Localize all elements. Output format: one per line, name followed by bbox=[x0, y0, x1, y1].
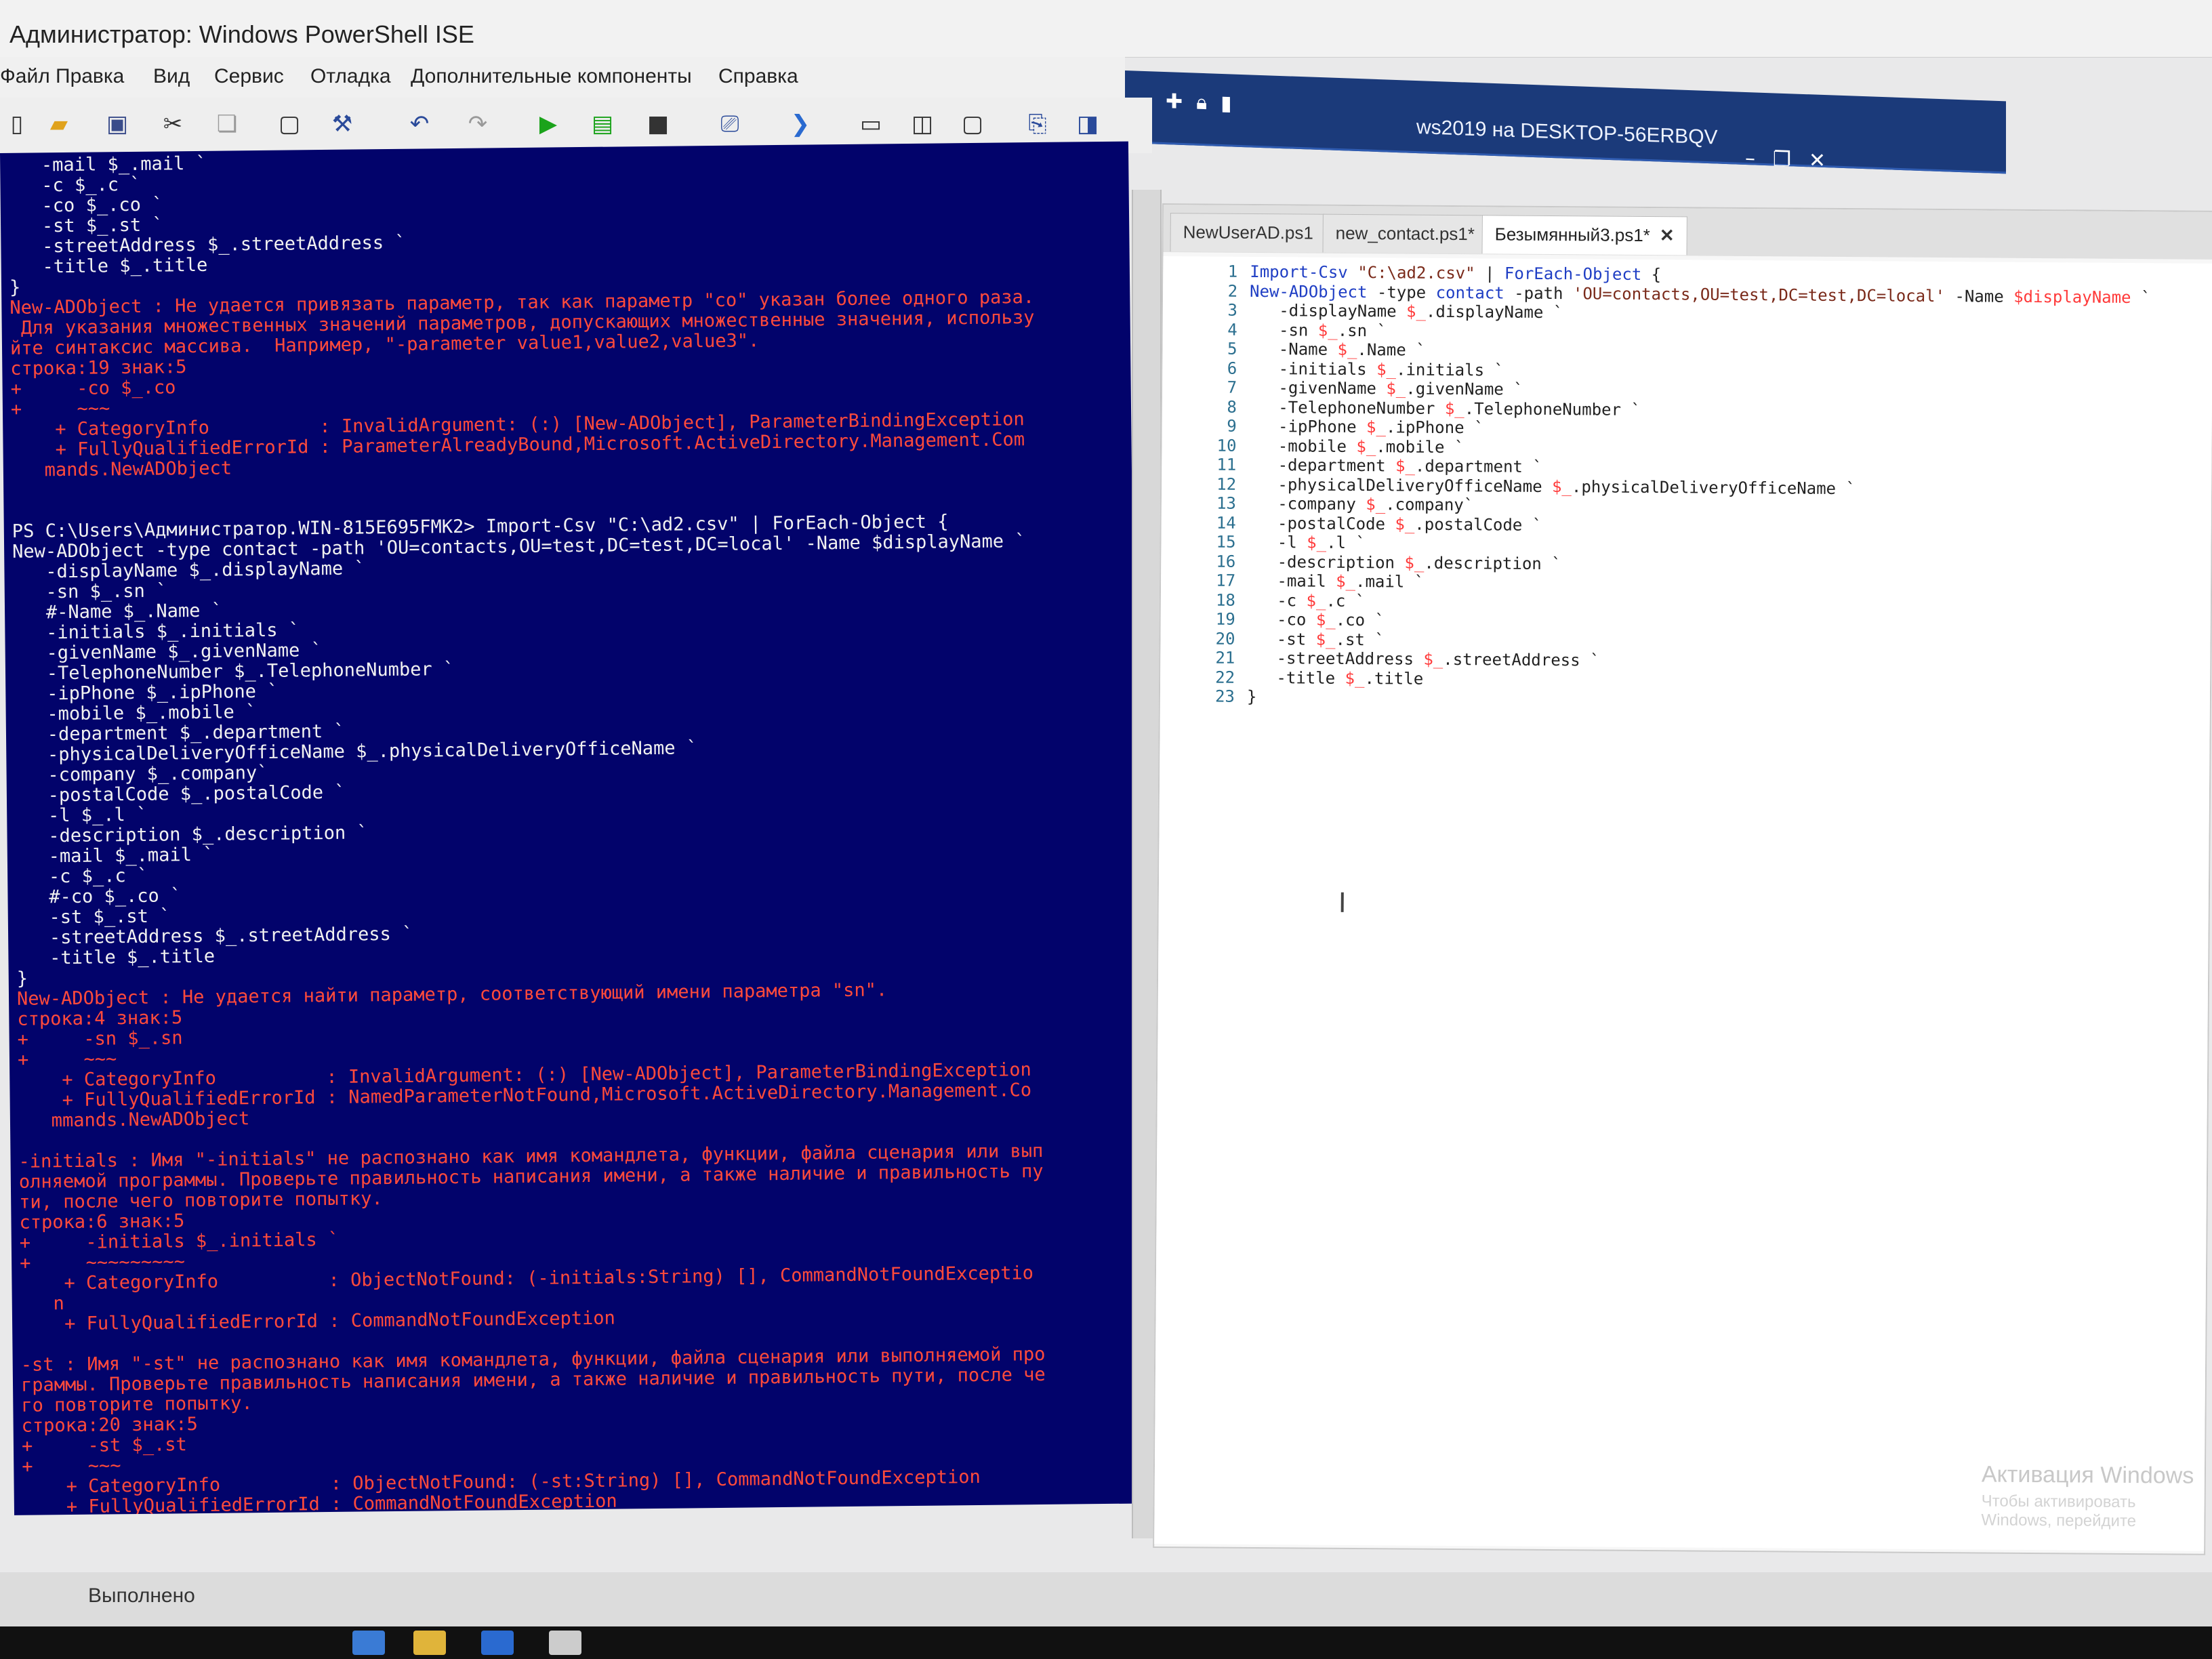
line-number: 20 bbox=[1215, 629, 1235, 649]
title-bar: Администратор: Windows PowerShell ISE bbox=[0, 0, 2212, 58]
redo-icon[interactable]: ↷ bbox=[461, 107, 495, 141]
line-number: 10 bbox=[1216, 436, 1237, 455]
console-output: -mail $_.mail ` -c $_.c ` -co $_.co ` -s… bbox=[8, 145, 1048, 1515]
activation-watermark-sub: Чтобы активировать Windows, перейдите bbox=[1981, 1492, 2137, 1531]
line-number: 11 bbox=[1216, 455, 1237, 474]
paste-icon[interactable]: ▢ bbox=[272, 107, 306, 141]
line-number: 12 bbox=[1216, 474, 1237, 494]
cut-icon[interactable]: ✂ bbox=[156, 107, 190, 141]
layout-max-icon[interactable]: ▢ bbox=[956, 107, 989, 141]
stop-icon[interactable]: ■ bbox=[641, 107, 675, 141]
tab-newuserad[interactable]: NewUserAD.ps1 bbox=[1170, 213, 1327, 253]
line-number: 18 bbox=[1215, 590, 1236, 610]
line-number: 6 bbox=[1227, 359, 1237, 378]
status-text: Выполнено bbox=[88, 1584, 195, 1607]
new-icon[interactable]: ▯ bbox=[0, 107, 34, 141]
window-title: Администратор: Windows PowerShell ISE bbox=[9, 20, 474, 48]
folder-icon[interactable] bbox=[413, 1631, 446, 1655]
lock-icon: 🔒︎ bbox=[1196, 90, 1221, 115]
powershell-icon[interactable]: ❯ bbox=[783, 107, 817, 141]
script-tabs: NewUserAD.ps1 new_contact.ps1* Безымянны… bbox=[1163, 205, 2212, 260]
remote-connection-bar: ✚🔒︎▮ ws2019 на DESKTOP-56ERBQV –❐✕ bbox=[1125, 70, 2006, 174]
remote-title: ws2019 на DESKTOP-56ERBQV bbox=[1416, 116, 1718, 149]
taskbar bbox=[0, 1626, 2212, 1659]
run-icon[interactable]: ▶ bbox=[531, 107, 565, 141]
minimize-icon[interactable]: – bbox=[1745, 146, 1773, 171]
screen: Администратор: Windows PowerShell ISE Фа… bbox=[0, 0, 2212, 1659]
line-numbers: 1 2 3 4 5 6 7 8 9 10 11 12 13 14 15 16 17 18 19 20 21 22 23 bbox=[1160, 262, 1238, 706]
console-pane[interactable]: -mail $_.mail ` -c $_.c ` -co $_.co ` -s… bbox=[0, 141, 1143, 1515]
layout-right-icon[interactable]: ◫ bbox=[905, 107, 939, 141]
copy-icon[interactable]: ❏ bbox=[210, 107, 244, 141]
signal-icon: ▮ bbox=[1221, 91, 1246, 117]
code-area[interactable]: 1 2 3 4 5 6 7 8 9 10 11 12 13 14 15 16 17 18 19 20 21 22 23 Im… bbox=[1154, 256, 2212, 1551]
activation-watermark: Активация Windows bbox=[1981, 1461, 2194, 1489]
save-icon[interactable]: ▣ bbox=[100, 107, 134, 141]
restore-icon[interactable]: ❐ bbox=[1773, 147, 1809, 172]
remote-bar-icons: ✚🔒︎▮ bbox=[1166, 89, 1246, 116]
menu-view[interactable]: Вид bbox=[153, 65, 190, 88]
tab-untitled3[interactable]: Безымянный3.ps1* ✕ bbox=[1481, 215, 1687, 255]
line-number: 1 bbox=[1227, 262, 1238, 281]
layout-top-icon[interactable]: ▭ bbox=[854, 107, 888, 141]
close-icon[interactable]: ✕ bbox=[1809, 148, 1843, 173]
line-number: 4 bbox=[1227, 320, 1237, 340]
menu-addons[interactable]: Дополнительные компоненты bbox=[411, 65, 692, 88]
menu-help[interactable]: Справка bbox=[718, 65, 798, 88]
run-selection-icon[interactable]: ▤ bbox=[586, 107, 619, 141]
pin-icon[interactable]: ✚ bbox=[1166, 89, 1196, 115]
menu-edit[interactable]: Правка bbox=[56, 65, 124, 88]
menu-file[interactable]: Файл bbox=[0, 65, 50, 88]
line-number: 17 bbox=[1216, 571, 1236, 590]
tab-new-contact[interactable]: new_contact.ps1* bbox=[1322, 213, 1488, 254]
line-number: 3 bbox=[1227, 300, 1237, 320]
commands-icon[interactable]: ⎘ bbox=[1021, 107, 1054, 141]
line-number: 8 bbox=[1227, 397, 1237, 417]
taskbar-app-icon[interactable] bbox=[549, 1631, 581, 1655]
line-number: 21 bbox=[1215, 648, 1235, 668]
text-cursor-icon: I bbox=[1338, 887, 1347, 919]
remote-window-buttons: –❐✕ bbox=[1745, 146, 1843, 173]
line-number: 23 bbox=[1214, 687, 1235, 706]
tab-label: new_contact.ps1* bbox=[1335, 222, 1475, 245]
menu-debug[interactable]: Отладка bbox=[310, 65, 391, 88]
script-editor: NewUserAD.ps1 new_contact.ps1* Безымянны… bbox=[1153, 203, 2212, 1555]
line-number: 9 bbox=[1227, 416, 1237, 436]
line-number: 19 bbox=[1215, 609, 1235, 629]
clear-icon[interactable]: ⚒ bbox=[325, 107, 359, 141]
line-number: 5 bbox=[1227, 339, 1237, 359]
tab-label: NewUserAD.ps1 bbox=[1183, 222, 1313, 243]
line-number: 16 bbox=[1216, 552, 1236, 571]
tab-label: Безымянный3.ps1* bbox=[1494, 224, 1650, 246]
menu-bar: Файл Правка Вид Сервис Отладка Дополните… bbox=[0, 57, 1125, 98]
undo-icon[interactable]: ↶ bbox=[403, 107, 436, 141]
close-tab-icon[interactable]: ✕ bbox=[1660, 225, 1675, 245]
menu-tools[interactable]: Сервис bbox=[214, 65, 284, 88]
taskbar-app-icon[interactable] bbox=[352, 1631, 385, 1655]
line-number: 22 bbox=[1215, 668, 1235, 687]
addon-icon[interactable]: ◨ bbox=[1071, 107, 1105, 141]
line-number: 2 bbox=[1227, 281, 1238, 301]
line-number: 13 bbox=[1216, 493, 1237, 513]
line-number: 7 bbox=[1227, 377, 1237, 397]
powershell-icon[interactable] bbox=[481, 1631, 514, 1655]
open-icon[interactable]: ▰ bbox=[42, 107, 76, 141]
code-lines[interactable]: Import-Csv "C:\ad2.csv" | ForEach-Object… bbox=[1247, 262, 2151, 713]
line-number: 15 bbox=[1216, 532, 1236, 552]
remote-tab-icon[interactable]: ⎚ bbox=[713, 107, 747, 141]
line-number: 14 bbox=[1216, 513, 1236, 533]
